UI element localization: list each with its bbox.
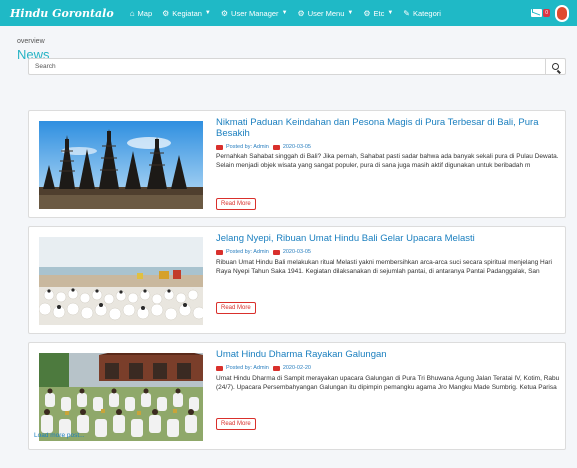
home-icon: ⌂ (129, 8, 135, 18)
nav-item-user-manager[interactable]: ⚙ User Manager ▼ (221, 9, 288, 18)
folder-icon (216, 249, 223, 255)
brand-logo[interactable]: Hindu Gorontalo (10, 7, 114, 20)
read-more-button[interactable]: Read More (216, 418, 256, 430)
calendar-icon (272, 144, 280, 150)
nav-item-label: User Manager (231, 8, 279, 18)
gear-icon: ⚙ (220, 8, 229, 18)
post-meta: Posted by: Admin 2020-03-05 (216, 144, 311, 150)
nav-item-etc[interactable]: ⚙ Etc ▼ (363, 9, 393, 18)
post-title-link[interactable]: Umat Hindu Dharma Rayakan Galungan (216, 349, 561, 360)
chevron-down-icon: ▼ (281, 10, 288, 16)
post-date: 2020-02-20 (282, 365, 311, 371)
gear-icon: ⚙ (297, 8, 305, 18)
search-icon (552, 63, 559, 70)
gear-icon: ⚙ (162, 8, 170, 18)
user-avatar[interactable] (555, 4, 569, 22)
nav-item-kegiatan[interactable]: ⚙ Kegiatan ▼ (162, 9, 211, 18)
folder-icon (216, 365, 223, 371)
post-thumbnail-melasti[interactable] (39, 237, 203, 325)
edit-icon: ✎ (403, 8, 410, 18)
gear-icon: ⚙ (363, 8, 371, 18)
calendar-icon (272, 249, 280, 255)
nav-item-label: Kategori (413, 8, 441, 18)
nav-item-label: User Menu (307, 8, 345, 18)
nav-item-user-menu[interactable]: ⚙ User Menu ▼ (298, 9, 354, 18)
chevron-down-icon: ▼ (387, 10, 394, 16)
nav-item-label: Map (137, 8, 153, 18)
nav-item-map[interactable]: ⌂ Map (130, 9, 152, 18)
post-author[interactable]: Posted by: Admin (226, 249, 269, 255)
search-bar (28, 58, 566, 75)
search-button[interactable] (545, 59, 565, 74)
post-author[interactable]: Posted by: Admin (226, 144, 269, 150)
nav-item-kategori[interactable]: ✎ Kategori (403, 9, 441, 18)
nav-item-label: Kegiatan (172, 8, 202, 18)
top-navbar: Hindu Gorontalo ⌂ Map ⚙ Kegiatan ▼ ⚙ Use… (0, 0, 577, 26)
read-more-button[interactable]: Read More (216, 198, 256, 210)
post-date: 2020-03-05 (282, 144, 311, 150)
navbar-right: 0 (531, 0, 569, 26)
post-meta: Posted by: Admin 2020-03-05 (216, 249, 311, 255)
notification-badge: 0 (543, 9, 550, 17)
folder-icon (216, 144, 223, 150)
post-card: Umat Hindu Dharma Rayakan Galungan Poste… (28, 342, 566, 450)
post-date: 2020-03-05 (282, 249, 311, 255)
post-meta: Posted by: Admin 2020-02-20 (216, 365, 311, 371)
post-thumbnail-temple[interactable] (39, 121, 203, 209)
post-card: Nikmati Paduan Keindahan dan Pesona Magi… (28, 110, 566, 218)
post-title-link[interactable]: Jelang Nyepi, Ribuan Umat Hindu Bali Gel… (216, 233, 561, 244)
read-more-button[interactable]: Read More (216, 302, 256, 314)
load-more-link[interactable]: Load more post... (34, 432, 85, 439)
post-excerpt: Pernahkah Sahabat singgah di Bali? Jika … (216, 153, 559, 169)
calendar-icon (272, 365, 280, 371)
post-author[interactable]: Posted by: Admin (226, 365, 269, 371)
breadcrumb: overview (17, 38, 45, 45)
chevron-down-icon: ▼ (347, 10, 354, 16)
post-card: Jelang Nyepi, Ribuan Umat Hindu Bali Gel… (28, 226, 566, 334)
post-excerpt: Ribuan Umat Hindu Bali melakukan ritual … (216, 259, 552, 275)
post-excerpt: Umat Hindu Dharma di Sampit merayakan up… (216, 375, 560, 391)
post-thumbnail-galungan[interactable] (39, 353, 203, 441)
chevron-down-icon: ▼ (204, 10, 211, 16)
post-title-link[interactable]: Nikmati Paduan Keindahan dan Pesona Magi… (216, 117, 561, 139)
search-input[interactable] (29, 59, 547, 74)
mail-icon[interactable] (531, 9, 543, 17)
nav-item-label: Etc (373, 8, 385, 18)
